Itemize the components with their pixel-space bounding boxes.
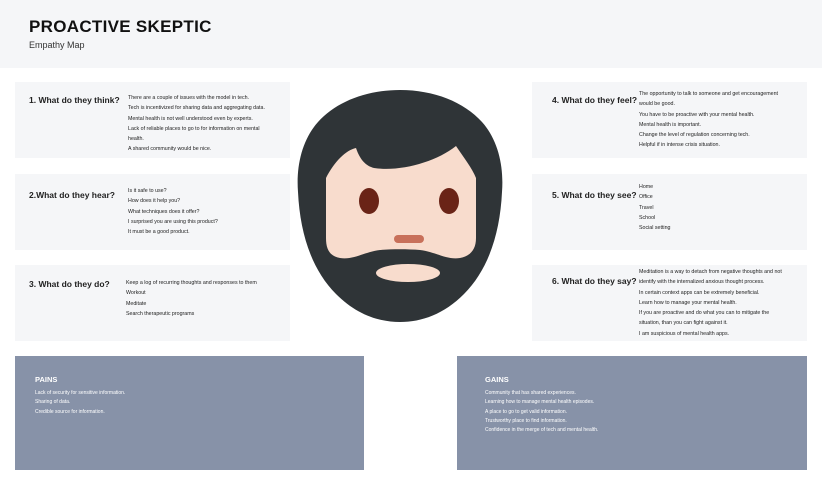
- list-item: Is it safe to use?: [128, 188, 167, 194]
- list-item: Sharing of data.: [35, 399, 71, 406]
- list-item: It must be a good product.: [128, 229, 190, 236]
- list-item: Meditate: [126, 300, 147, 307]
- list-item: situation, than you can fight against it…: [639, 320, 728, 327]
- gains-title: GAINS: [485, 375, 509, 384]
- pains-title: PAINS: [35, 375, 58, 384]
- list-item: Mental health is important.: [639, 121, 702, 128]
- list-item: A place to go to get valid information.: [485, 408, 567, 415]
- feel-answers: The opportunity to talk to someone and g…: [639, 89, 778, 151]
- left-eye: [359, 188, 379, 214]
- say-card: 6. What do they say? Meditation is a way…: [532, 265, 807, 341]
- hear-question: 2.What do they hear?: [29, 190, 115, 200]
- list-item: Trustworthy place to find information.: [485, 417, 567, 424]
- page-title: PROACTIVE SKEPTIC: [29, 17, 212, 36]
- list-item: identify with the internalized anxious t…: [639, 279, 765, 286]
- list-item: Learning how to manage mental health epi…: [485, 399, 595, 406]
- do-question: 3. What do they do?: [29, 279, 110, 289]
- list-item: health.: [128, 136, 144, 143]
- list-item: There are a couple of issues with the mo…: [128, 95, 250, 101]
- see-answers: Home Office Travel School Social setting: [639, 182, 671, 233]
- list-item: would be good.: [639, 101, 675, 108]
- feel-card: 4. What do they feel? The opportunity to…: [532, 82, 807, 158]
- list-item: What techniques does it offer?: [128, 208, 200, 215]
- think-card: 1. What do they think? There are a coupl…: [15, 82, 290, 158]
- do-answers: Keep a log of recurring thoughts and res…: [126, 278, 257, 319]
- see-question: 5. What do they see?: [552, 190, 637, 200]
- feel-question: 4. What do they feel?: [552, 95, 638, 105]
- gains-panel: GAINS Community that has shared experien…: [457, 356, 807, 470]
- list-item: Keep a log of recurring thoughts and res…: [126, 280, 257, 286]
- list-item: In certain context apps can be extremely…: [639, 289, 760, 296]
- list-item: Travel: [639, 204, 654, 211]
- list-item: Learn how to manage your mental health.: [639, 299, 737, 306]
- bearded-face-icon: [297, 90, 503, 322]
- list-item: How does it help you?: [128, 198, 181, 205]
- list-item: Lack of security for sensitive informati…: [35, 390, 126, 396]
- nose: [394, 235, 424, 243]
- list-item: Helpful if in intense crisis situation.: [639, 142, 720, 149]
- pains-panel: PAINS Lack of security for sensitive inf…: [15, 356, 364, 470]
- mouth: [376, 264, 440, 282]
- list-item: Search therapeutic programs: [126, 310, 195, 317]
- list-item: I am suspicious of mental health apps.: [639, 330, 730, 337]
- right-eye: [439, 188, 459, 214]
- see-card: 5. What do they see? Home Office Travel Sch…: [532, 174, 807, 250]
- list-item: A shared community would be nice.: [128, 146, 212, 153]
- list-item: Mental health is not well understood eve…: [128, 115, 253, 122]
- page-header: PROACTIVE SKEPTIC Empathy Map: [0, 0, 822, 68]
- say-answers: Meditation is a way to detach from negat…: [639, 267, 782, 339]
- think-question: 1. What do they think?: [29, 95, 120, 105]
- think-answers: There are a couple of issues with the mo…: [128, 93, 265, 155]
- list-item: Tech is incentivized for sharing data an…: [128, 105, 265, 112]
- do-card: 3. What do they do? Keep a log of recurr…: [15, 265, 290, 341]
- gains-list: Community that has shared experiences. Le…: [485, 389, 598, 435]
- list-item: The opportunity to talk to someone and g…: [639, 91, 778, 97]
- list-item: School: [639, 214, 656, 221]
- pains-list: Lack of security for sensitive informati…: [35, 389, 125, 417]
- list-item: Social setting: [639, 225, 671, 232]
- hear-card: 2.What do they hear? Is it safe to use? H…: [15, 174, 290, 250]
- say-question: 6. What do they say?: [552, 276, 637, 286]
- list-item: I surprised you are using this product?: [128, 218, 218, 225]
- list-item: Workout: [126, 290, 146, 297]
- list-item: Community that has shared experiences.: [485, 390, 576, 396]
- list-item: Meditation is a way to detach from negat…: [639, 269, 782, 275]
- page-subtitle: Empathy Map: [29, 40, 85, 50]
- list-item: Confidence in the merge of tech and ment…: [485, 427, 599, 434]
- list-item: Credible source for information.: [35, 408, 105, 415]
- list-item: Lack of reliable places to go to for inf…: [128, 125, 260, 132]
- list-item: Change the level of regulation concernin…: [639, 132, 750, 139]
- list-item: Home: [639, 184, 654, 190]
- list-item: You have to be proactive with your menta…: [639, 111, 755, 118]
- list-item: If you are proactive and do what you can…: [639, 310, 770, 317]
- hear-answers: Is it safe to use? How does it help you? W…: [128, 186, 218, 237]
- list-item: Office: [639, 194, 653, 201]
